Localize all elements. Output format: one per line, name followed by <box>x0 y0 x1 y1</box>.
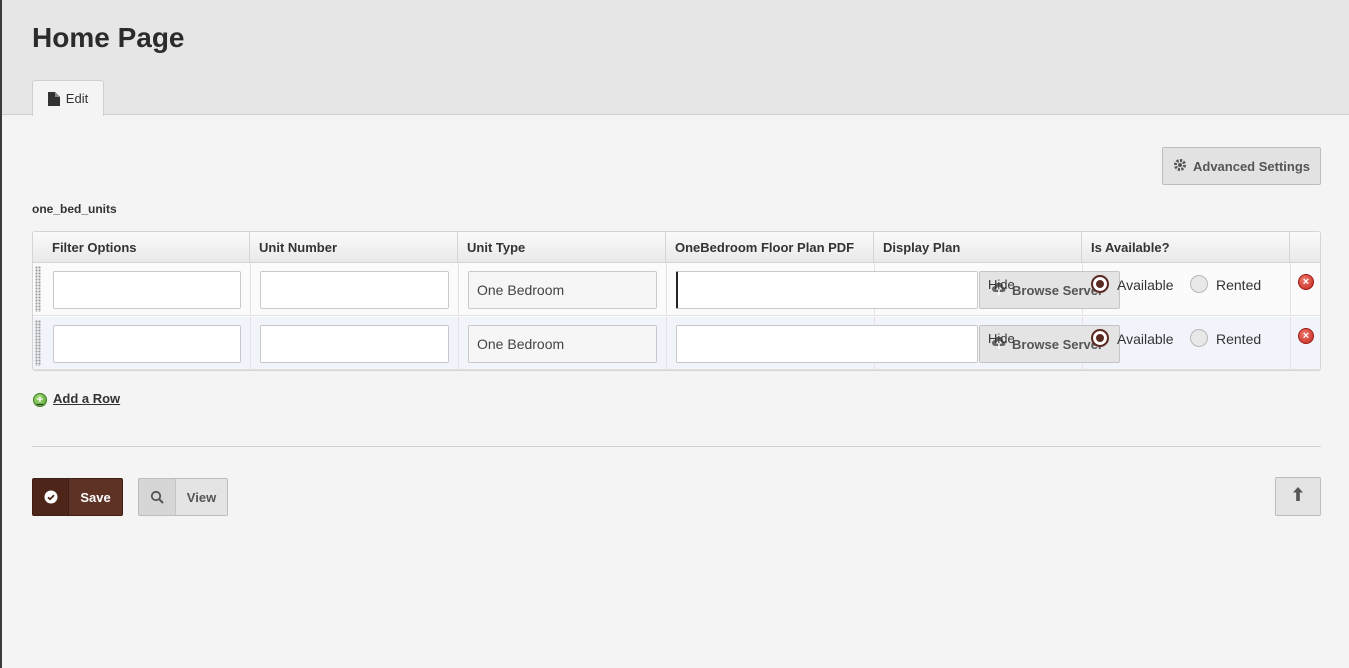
page-title: Home Page <box>32 22 185 53</box>
field-label: one_bed_units <box>32 202 117 216</box>
drag-handle[interactable] <box>35 266 41 312</box>
table-header: Filter Options Unit Number Unit Type One… <box>33 232 1320 263</box>
unit-number-input[interactable] <box>260 271 449 309</box>
unit-type-input[interactable]: One Bedroom <box>468 325 657 363</box>
table-row: One Bedroom Browse Server Hide Available… <box>33 263 1320 316</box>
unit-type-input[interactable]: One Bedroom <box>468 271 657 309</box>
rented-radio[interactable] <box>1190 329 1208 347</box>
advanced-settings-label: Advanced Settings <box>1192 158 1311 174</box>
units-table: Filter Options Unit Number Unit Type One… <box>32 231 1321 371</box>
document-icon <box>47 91 60 106</box>
delete-row-icon[interactable]: × <box>1298 274 1314 290</box>
gear-icon <box>1173 158 1187 175</box>
cell-divider <box>666 263 667 315</box>
cell-divider <box>1290 263 1291 315</box>
hide-toggle[interactable]: Hide <box>988 277 1015 292</box>
cell-divider <box>1290 317 1291 369</box>
column-header: Is Available? <box>1082 232 1290 263</box>
available-radio[interactable] <box>1091 275 1109 293</box>
cell-divider <box>250 317 251 369</box>
available-label: Available <box>1117 277 1174 293</box>
floor-plan-pdf-input[interactable] <box>676 325 978 363</box>
column-header: Display Plan <box>874 232 1082 263</box>
divider <box>32 446 1321 447</box>
cell-divider <box>458 317 459 369</box>
advanced-settings-button[interactable]: Advanced Settings <box>1162 147 1321 185</box>
scroll-to-top-button[interactable] <box>1275 477 1321 516</box>
filter-options-input[interactable] <box>53 325 241 363</box>
floor-plan-pdf-input[interactable] <box>676 271 978 309</box>
rented-label: Rented <box>1216 331 1262 347</box>
rented-radio[interactable] <box>1190 275 1208 293</box>
column-header: Unit Number <box>250 232 458 263</box>
page-header: Home Page Edit <box>2 0 1349 116</box>
drag-handle[interactable] <box>35 320 41 366</box>
column-header: Unit Type <box>458 232 666 263</box>
tab-edit[interactable]: Edit <box>32 80 104 116</box>
browse-server-label: Browse Server <box>1012 282 1104 298</box>
table-row: One Bedroom Browse Server Hide Available… <box>33 317 1320 370</box>
check-icon <box>33 479 69 515</box>
arrow-up-icon <box>1292 486 1304 507</box>
unit-number-input[interactable] <box>260 325 449 363</box>
view-button[interactable]: View <box>138 478 228 516</box>
save-label: Save <box>80 489 111 505</box>
filter-options-input[interactable] <box>53 271 241 309</box>
rented-label: Rented <box>1216 277 1262 293</box>
browse-server-label: Browse Server <box>1012 336 1104 352</box>
save-button[interactable]: Save <box>32 478 123 516</box>
cell-divider <box>666 317 667 369</box>
tab-edit-label: Edit <box>65 91 89 106</box>
column-header: Filter Options <box>43 232 250 263</box>
add-row-link[interactable]: + Add a Row <box>33 389 120 407</box>
cell-divider <box>458 263 459 315</box>
cell-divider <box>250 263 251 315</box>
hide-toggle[interactable]: Hide <box>988 331 1015 346</box>
add-icon: + <box>33 393 47 407</box>
search-icon <box>139 479 176 515</box>
add-row-label: Add a Row <box>53 390 121 406</box>
available-radio[interactable] <box>1091 329 1109 347</box>
view-label: View <box>186 489 217 505</box>
column-header: OneBedroom Floor Plan PDF <box>666 232 874 263</box>
delete-row-icon[interactable]: × <box>1298 328 1314 344</box>
available-label: Available <box>1117 331 1174 347</box>
